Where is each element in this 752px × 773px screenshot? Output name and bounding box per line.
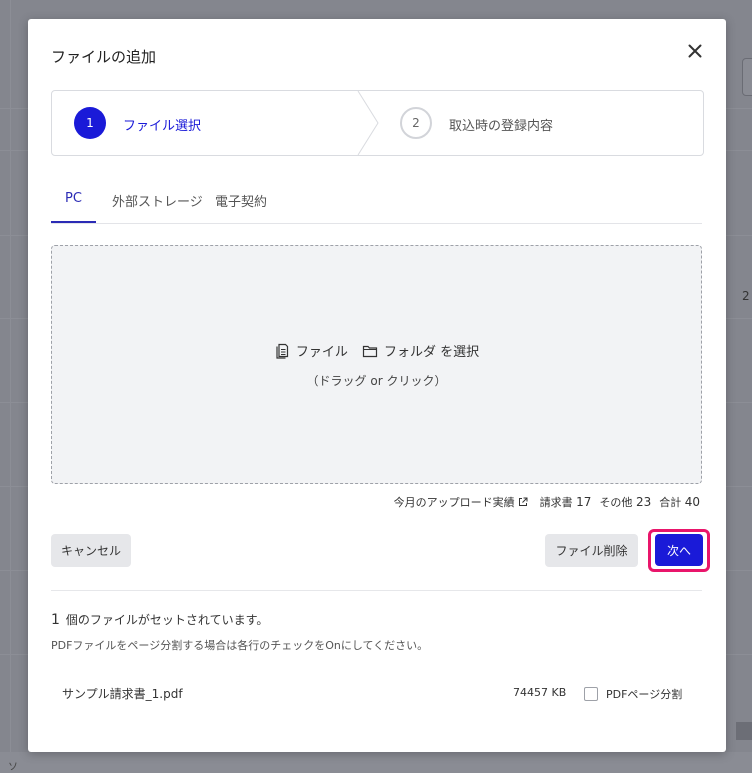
invoice-label: 請求書 xyxy=(539,496,573,509)
close-icon xyxy=(688,44,702,58)
external-link-icon xyxy=(518,497,528,506)
step-1-number: 1 xyxy=(74,107,106,139)
monthly-upload-link[interactable]: 今月のアップロード実績 xyxy=(394,496,515,509)
file-count-text: 1 個のファイルがセットされています。 xyxy=(51,611,268,628)
bg-divider xyxy=(10,0,11,773)
dropzone-select-line: ファイル フォルダ を選択 xyxy=(52,341,701,360)
pdf-split-label[interactable]: PDFページ分割 xyxy=(606,686,682,702)
source-tabs: PC 外部ストレージ 電子契約 xyxy=(51,187,702,224)
select-folder-link[interactable]: フォルダ を選択 xyxy=(384,345,479,360)
select-file-link[interactable]: ファイル xyxy=(296,345,348,360)
other-count: 23 xyxy=(635,495,652,509)
pdf-split-hint: PDFファイルをページ分割する場合は各行のチェックをOnにしてください。 xyxy=(51,639,429,652)
file-count-number: 1 xyxy=(51,612,60,628)
bg-number: 2 xyxy=(742,289,750,303)
stepper: 1 ファイル選択 2 取込時の登録内容 xyxy=(51,90,704,156)
cancel-button[interactable]: キャンセル xyxy=(51,534,131,567)
dropzone-hint: （ドラッグ or クリック） xyxy=(306,374,447,388)
other-label: その他 xyxy=(599,496,633,509)
next-button-highlight: 次へ xyxy=(648,529,710,572)
step-2-number: 2 xyxy=(400,107,432,139)
file-icon xyxy=(276,343,289,359)
file-row: サンプル請求書_1.pdf 74457 KB PDFページ分割 xyxy=(51,679,702,709)
pdf-split-checkbox[interactable] xyxy=(584,687,598,701)
total-label: 合計 xyxy=(659,496,682,509)
bg-bottom-text: ソ xyxy=(8,762,18,773)
folder-icon xyxy=(362,345,378,358)
tab-e-contract[interactable]: 電子契約 xyxy=(215,191,267,221)
bg-scrollbar xyxy=(736,722,752,740)
upload-stats: 今月のアップロード実績 請求書 17 その他 23 合計 40 xyxy=(394,494,700,510)
add-file-modal: ファイルの追加 1 ファイル選択 2 取込時の登録内容 PC 外部ストレージ 電… xyxy=(28,19,726,752)
file-dropzone[interactable]: ファイル フォルダ を選択 （ドラッグ or クリック） xyxy=(51,245,702,484)
delete-file-button[interactable]: ファイル削除 xyxy=(545,534,638,567)
step-2-label: 取込時の登録内容 xyxy=(449,119,554,134)
step-arrow-icon xyxy=(357,91,379,155)
bg-control xyxy=(742,58,752,96)
modal-title: ファイルの追加 xyxy=(51,48,157,66)
close-button[interactable] xyxy=(683,39,707,63)
file-name: サンプル請求書_1.pdf xyxy=(62,687,183,701)
bg-bottom-bar xyxy=(0,752,752,773)
section-divider xyxy=(51,590,702,591)
tab-external-storage[interactable]: 外部ストレージ xyxy=(112,191,203,221)
total-count: 40 xyxy=(684,495,700,509)
tab-pc[interactable]: PC xyxy=(51,191,96,223)
step-1-label: ファイル選択 xyxy=(123,119,202,134)
next-button[interactable]: 次へ xyxy=(655,534,703,566)
file-count-label: 個のファイルがセットされています。 xyxy=(65,613,269,627)
invoice-count: 17 xyxy=(576,495,592,509)
file-size: 74457 KB xyxy=(513,686,567,699)
